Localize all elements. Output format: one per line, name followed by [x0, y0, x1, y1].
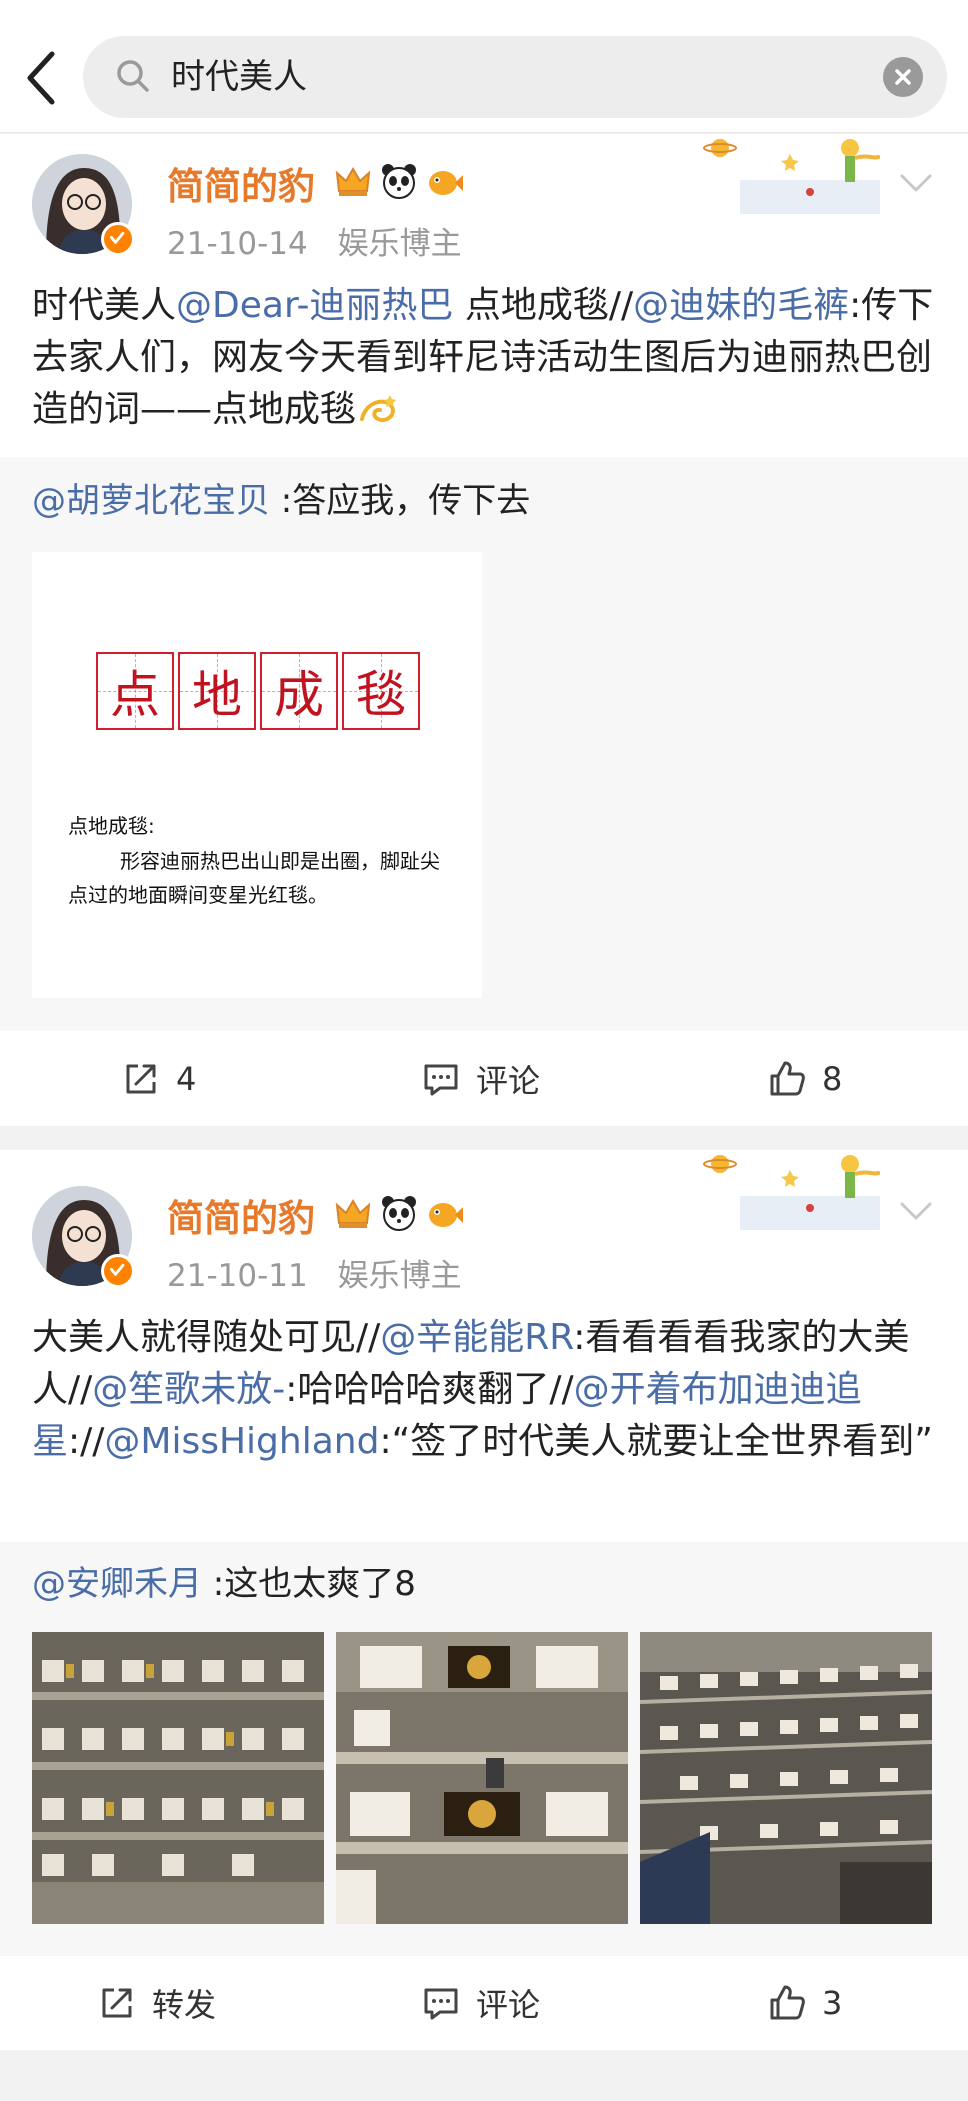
mention-link[interactable]: @辛能能RR	[380, 1317, 573, 1358]
repost-block[interactable]: @胡萝北花宝贝 :答应我，传下去 点 地 成 毯 点地成毯: 形容迪丽热巴出山即…	[0, 457, 968, 1031]
post-image[interactable]	[336, 1632, 628, 1924]
post-text-segment: ://	[68, 1421, 105, 1462]
post-text-segment: 点地成毯//	[453, 285, 634, 326]
post-text: 时代美人@Dear-迪丽热巴 点地成毯//@迪妹的毛裤:传下去家人们，网友今天看…	[32, 280, 938, 436]
idiom-char: 成	[260, 652, 338, 730]
like-button[interactable]: 8	[766, 1032, 842, 1126]
post-text-segment: 时代美人	[32, 285, 177, 326]
comment-icon	[424, 1988, 458, 2020]
comment-button[interactable]: 评论	[420, 1032, 540, 1126]
back-arrow-icon[interactable]	[22, 48, 62, 108]
share-icon	[102, 1988, 132, 2018]
comment-icon	[424, 1064, 458, 1096]
mention-link[interactable]: @笙歌未放-	[92, 1369, 285, 1410]
idiom-char: 点	[96, 652, 174, 730]
user-badges	[333, 1193, 465, 1233]
mention-link[interactable]: @MissHighland	[104, 1421, 379, 1462]
like-count: 8	[822, 1060, 843, 1098]
verified-badge-icon	[101, 1254, 135, 1288]
repost-text: @胡萝北花宝贝 :答应我，传下去	[32, 477, 530, 525]
repost-button[interactable]: 转发	[96, 1956, 216, 2050]
clear-search-icon[interactable]	[883, 57, 923, 97]
username[interactable]: 简简的豹	[167, 1188, 315, 1242]
crown-icon	[333, 1193, 373, 1233]
action-bar: 转发 评论 3	[0, 1956, 968, 2050]
post-image[interactable]	[32, 1632, 324, 1924]
username[interactable]: 简简的豹	[167, 156, 315, 210]
repost-comment: :这也太爽了8	[202, 1564, 416, 1604]
search-icon	[113, 56, 153, 96]
chevron-down-icon[interactable]	[896, 168, 936, 198]
fish-icon	[425, 1193, 465, 1233]
idiom-char: 毯	[342, 652, 420, 730]
author-tag: 娱乐博主	[337, 1258, 462, 1294]
share-count: 4	[176, 1060, 197, 1098]
post-text-segment: 大美人就得随处可见//	[32, 1317, 381, 1358]
thumbs-up-icon	[770, 1061, 805, 1096]
mention-link[interactable]: @迪妹的毛裤	[633, 285, 849, 326]
post-text-segment: :“签了时代美人就要让全世界看到”	[379, 1421, 933, 1462]
share-icon	[126, 1064, 156, 1094]
post-meta: 21-10-11 娱乐博主	[167, 1250, 462, 1295]
repost-block[interactable]: @安卿禾月 :这也太爽了8	[0, 1542, 968, 1956]
comment-label: 评论	[476, 1062, 541, 1100]
post-text: 大美人就得随处可见//@辛能能RR:看看看看我家的大美人//@笙歌未放-:哈哈哈…	[32, 1312, 938, 1468]
little-prince-decoration	[700, 1150, 882, 1230]
like-count: 3	[822, 1984, 843, 2022]
post-image[interactable]	[640, 1632, 932, 1924]
post-date: 21-10-11	[167, 1258, 308, 1294]
comment-label: 评论	[476, 1986, 541, 2024]
repost-text: @安卿禾月 :这也太爽了8	[32, 1560, 416, 1608]
panda-icon	[379, 161, 419, 201]
mention-link[interactable]: @安卿禾月	[32, 1564, 202, 1604]
mention-link[interactable]: @Dear-迪丽热巴	[176, 285, 453, 326]
little-prince-decoration	[700, 134, 882, 214]
post-date: 21-10-14	[167, 226, 308, 262]
post-card[interactable]: 简简的豹 21-10-11 娱乐博主 大美人就得随处可见//@辛能能RR:看看看…	[0, 1150, 968, 2050]
fish-icon	[425, 161, 465, 201]
mention-link[interactable]: @胡萝北花宝贝	[32, 481, 270, 521]
search-query[interactable]: 时代美人	[171, 36, 307, 118]
definition-title: 点地成毯:	[68, 814, 155, 838]
post-meta: 21-10-14 娱乐博主	[167, 218, 462, 263]
chevron-down-icon[interactable]	[896, 1196, 936, 1226]
idiom-characters: 点 地 成 毯	[96, 652, 420, 730]
verified-badge-icon	[101, 222, 135, 256]
thumbs-up-icon	[770, 1985, 805, 2020]
dizzy-emoji-icon	[356, 389, 400, 430]
comment-button[interactable]: 评论	[420, 1956, 540, 2050]
share-button[interactable]: 4	[120, 1032, 196, 1126]
panda-icon	[379, 1193, 419, 1233]
top-bar: 时代美人	[0, 0, 968, 133]
post-text-segment: :哈哈哈哈爽翻了//	[285, 1369, 574, 1410]
definition-body: 形容迪丽热巴出山即是出圈，脚趾尖点过的地面瞬间变星光红毯。	[68, 849, 440, 907]
repost-label: 转发	[152, 1986, 217, 2024]
search-input[interactable]: 时代美人	[83, 36, 947, 118]
idiom-char: 地	[178, 652, 256, 730]
action-bar: 4 评论 8	[0, 1032, 968, 1126]
post-image[interactable]: 点 地 成 毯 点地成毯: 形容迪丽热巴出山即是出圈，脚趾尖点过的地面瞬间变星光…	[32, 552, 482, 998]
repost-comment: :答应我，传下去	[270, 481, 531, 521]
crown-icon	[333, 161, 373, 201]
post-card[interactable]: 简简的豹 21-10-14 娱乐博主 时代美人@Dear-迪丽热巴 点地成毯//…	[0, 134, 968, 1126]
like-button[interactable]: 3	[766, 1956, 842, 2050]
author-tag: 娱乐博主	[337, 226, 462, 262]
user-badges	[333, 161, 465, 201]
